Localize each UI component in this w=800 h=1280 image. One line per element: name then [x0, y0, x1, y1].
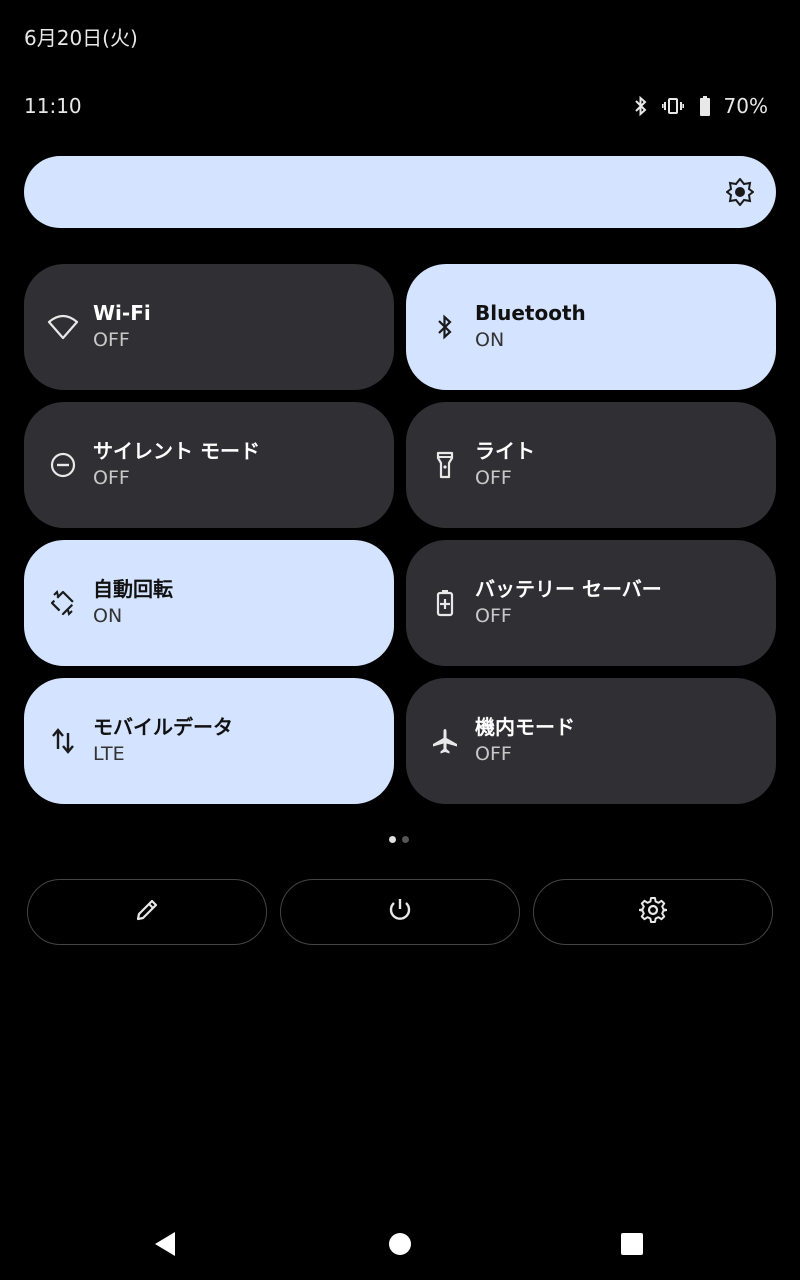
mobile-data-icon	[47, 725, 79, 757]
flashlight-icon	[429, 449, 461, 481]
tile-airplane-mode[interactable]: 機内モード OFF	[406, 678, 776, 804]
tile-label: ライト	[475, 439, 535, 463]
tile-label: 機内モード	[475, 715, 575, 739]
tile-state: OFF	[93, 329, 130, 351]
tile-mobile-data[interactable]: モバイルデータ LTE	[24, 678, 394, 804]
settings-icon	[638, 896, 668, 928]
tile-label: Bluetooth	[475, 301, 586, 325]
tile-label: モバイルデータ	[93, 715, 233, 739]
power-button[interactable]	[280, 879, 520, 945]
page-dot	[402, 836, 409, 843]
tile-bluetooth[interactable]: Bluetooth ON	[406, 264, 776, 390]
tile-wifi[interactable]: Wi-Fi OFF	[24, 264, 394, 390]
brightness-slider[interactable]	[24, 156, 776, 228]
tile-label: サイレント モード	[93, 439, 260, 463]
tile-do-not-disturb[interactable]: サイレント モード OFF	[24, 402, 394, 528]
tile-battery-saver[interactable]: バッテリー セーバー OFF	[406, 540, 776, 666]
do-not-disturb-icon	[47, 449, 79, 481]
battery-icon	[694, 95, 716, 117]
airplane-icon	[429, 725, 461, 757]
edit-button[interactable]	[27, 879, 267, 945]
vibrate-icon	[661, 95, 684, 117]
footer-actions	[27, 879, 773, 945]
home-icon[interactable]	[380, 1224, 420, 1264]
tile-label: バッテリー セーバー	[475, 577, 662, 601]
recents-icon[interactable]	[612, 1224, 652, 1264]
bluetooth-icon	[429, 311, 461, 343]
battery-percent: 70%	[723, 94, 768, 118]
tile-state: OFF	[93, 467, 130, 489]
page-dot-active	[389, 836, 396, 843]
clock: 11:10	[24, 94, 82, 118]
wifi-icon	[47, 311, 79, 343]
auto-rotate-icon	[47, 587, 79, 619]
tile-state: OFF	[475, 743, 512, 765]
brightness-icon	[725, 177, 755, 207]
back-icon[interactable]	[145, 1224, 185, 1264]
edit-icon	[134, 897, 160, 927]
status-icons: 70%	[630, 94, 768, 118]
tile-state: ON	[475, 329, 505, 351]
tile-flashlight[interactable]: ライト OFF	[406, 402, 776, 528]
bluetooth-icon	[630, 95, 652, 117]
page-indicator	[389, 836, 409, 843]
tile-state: LTE	[93, 743, 125, 765]
settings-button[interactable]	[533, 879, 773, 945]
tile-state: OFF	[475, 467, 512, 489]
date: 6月20日(火)	[24, 26, 138, 50]
power-icon	[386, 896, 414, 928]
tile-label: 自動回転	[93, 577, 173, 601]
battery-saver-icon	[429, 587, 461, 619]
tile-state: OFF	[475, 605, 512, 627]
tile-label: Wi-Fi	[93, 301, 151, 325]
navigation-bar	[0, 1224, 800, 1264]
tile-state: ON	[93, 605, 123, 627]
tile-auto-rotate[interactable]: 自動回転 ON	[24, 540, 394, 666]
